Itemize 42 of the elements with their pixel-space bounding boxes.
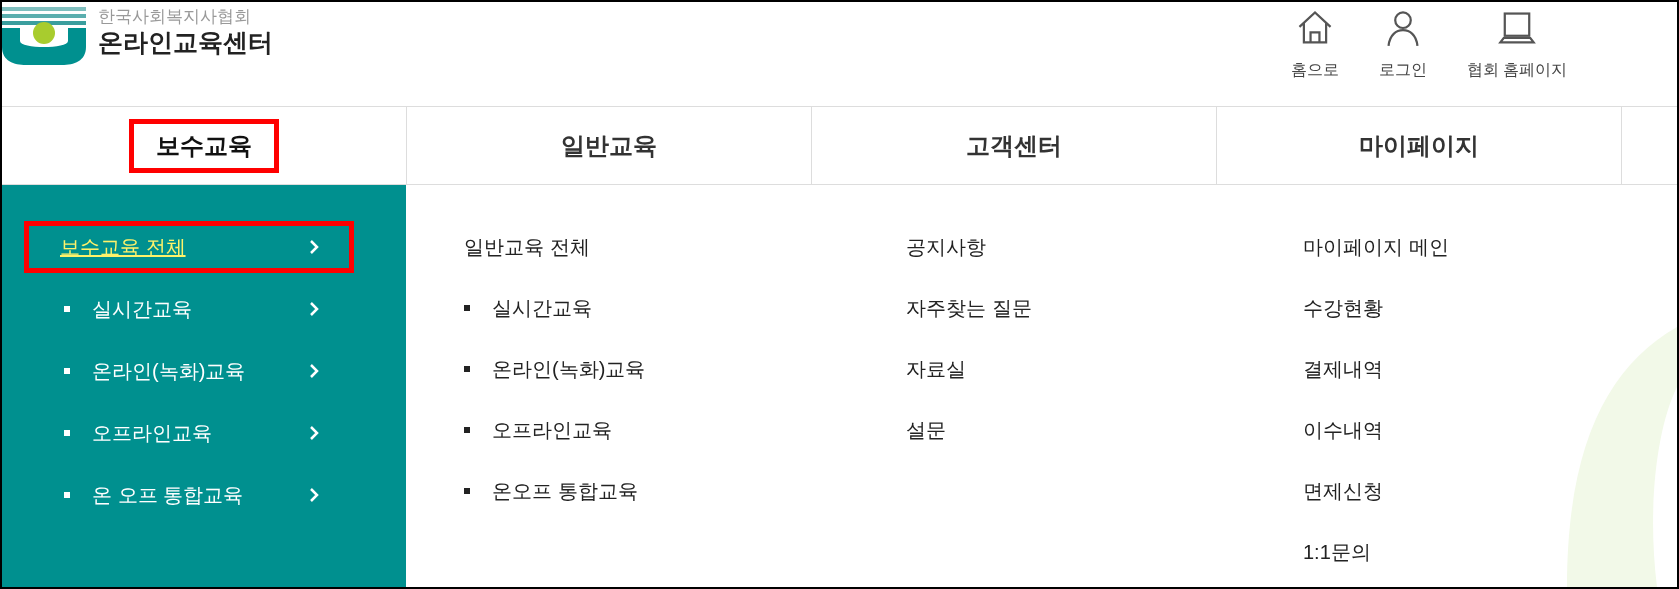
utility-link[interactable]: 홈으로: [1290, 8, 1339, 106]
organization-name: 한국사회복지사협회: [98, 6, 252, 28]
nav-tab[interactable]: 일반교육: [534, 118, 684, 173]
chevron-right-icon: [309, 239, 319, 255]
submenu-item[interactable]: 자주찾는 질문: [906, 288, 1303, 327]
bullet-icon: [64, 368, 70, 374]
submenu-item[interactable]: 실시간교육: [464, 288, 906, 327]
submenu-item[interactable]: 설문: [906, 410, 1303, 449]
nav-tab[interactable]: 고객센터: [939, 118, 1089, 173]
submenu-item[interactable]: 마이페이지 메인: [1303, 227, 1449, 266]
bullet-icon: [64, 306, 70, 312]
chevron-right-icon: [309, 487, 319, 503]
nav-tab[interactable]: 마이페이지: [1332, 118, 1506, 173]
submenu-item[interactable]: 수강현황: [1303, 288, 1449, 327]
submenu-item[interactable]: 온라인(녹화)교육: [464, 349, 906, 388]
bullet-icon: [464, 365, 470, 372]
bullet-icon: [464, 487, 470, 494]
bullet-icon: [464, 304, 470, 311]
sidebar-item[interactable]: 온라인(녹화)교육: [24, 345, 354, 397]
submenu-item[interactable]: 이수내역: [1303, 410, 1449, 449]
submenu-item[interactable]: 일반교육 전체: [464, 227, 906, 266]
sidebar-item[interactable]: 온 오프 통합교육: [24, 469, 354, 521]
chevron-right-icon: [309, 363, 319, 379]
submenu-item[interactable]: 온오프 통합교육: [464, 471, 906, 510]
submenu-item[interactable]: 오프라인교육: [464, 410, 906, 449]
submenu-item[interactable]: 1:1문의: [1303, 532, 1449, 571]
nav-tab[interactable]: 보수교육: [129, 118, 279, 173]
logo-icon: [2, 4, 86, 66]
submenu-item[interactable]: 면제신청: [1303, 471, 1449, 510]
submenu-item[interactable]: 자료실: [906, 349, 1303, 388]
sidebar-item[interactable]: 오프라인교육: [24, 407, 354, 459]
submenu-item[interactable]: 공지사항: [906, 227, 1303, 266]
site-title: 온라인교육센터: [98, 27, 273, 59]
sidebar-item[interactable]: 실시간교육: [24, 283, 354, 335]
bullet-icon: [464, 426, 470, 433]
bullet-icon: [64, 492, 70, 498]
submenu-item[interactable]: 결제내역: [1303, 349, 1449, 388]
chevron-right-icon: [309, 301, 319, 317]
utility-link[interactable]: 협회 홈페이지: [1466, 8, 1567, 106]
chevron-right-icon: [309, 425, 319, 441]
utility-link[interactable]: 로그인: [1378, 8, 1427, 106]
bullet-icon: [64, 430, 70, 436]
